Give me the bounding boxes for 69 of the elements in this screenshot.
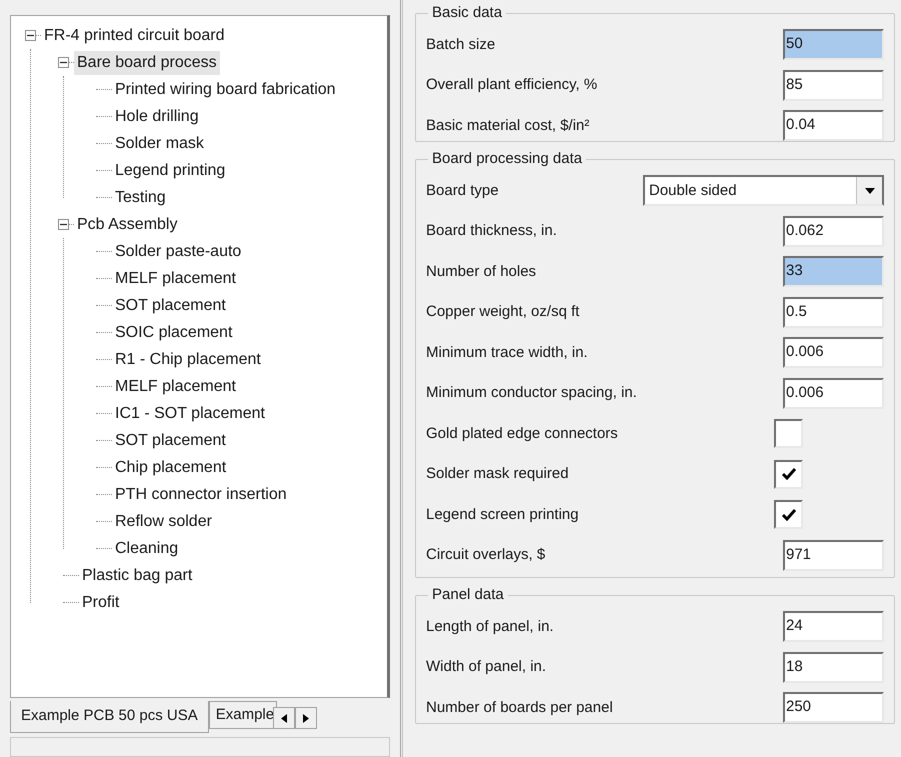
tree-item[interactable]: Legend printing (112, 158, 228, 182)
group-title: Panel data (431, 585, 505, 605)
tree-item[interactable]: MELF placement (112, 266, 239, 290)
field-label: Length of panel, in. (426, 616, 554, 636)
tree-item[interactable]: Pcb Assembly (74, 212, 180, 236)
field-label: Board thickness, in. (426, 221, 557, 241)
field-label: Overall plant efficiency, % (426, 75, 598, 95)
input-field[interactable]: 250 (783, 692, 884, 724)
right-arrow-icon (303, 714, 310, 723)
tree-item[interactable]: Solder mask (112, 132, 207, 156)
tab[interactable]: Example PCB 50 pcs USA (10, 701, 209, 734)
field-label: Board type (426, 180, 499, 200)
field-label: Solder mask required (426, 464, 569, 484)
tree-item[interactable]: SOT placement (112, 294, 229, 318)
field-label: Circuit overlays, $ (426, 545, 546, 565)
collapse-icon[interactable] (25, 30, 36, 41)
field-label: Batch size (426, 34, 496, 54)
checkbox[interactable] (774, 419, 803, 448)
tree-item[interactable]: FR-4 printed circuit board (41, 24, 228, 48)
tree-item[interactable]: SOT placement (112, 428, 229, 452)
input-field[interactable]: 24 (783, 611, 884, 642)
tree-item[interactable]: Cleaning (112, 536, 182, 560)
checkmark-icon (782, 508, 796, 521)
checkmark-icon (782, 468, 796, 480)
tree-item[interactable]: Profit (79, 590, 122, 614)
tree-item[interactable]: Reflow solder (112, 510, 215, 534)
left-arrow-icon (281, 714, 288, 723)
input-field[interactable]: 0.04 (783, 110, 884, 142)
checkbox[interactable] (774, 460, 803, 489)
tree-item[interactable]: IC1 - SOT placement (112, 402, 268, 426)
tree-item[interactable]: PTH connector insertion (112, 482, 290, 506)
field-label: Minimum conductor spacing, in. (426, 383, 637, 403)
tree-item[interactable]: Testing (112, 186, 169, 210)
dropdown-value: Double sided (648, 180, 738, 200)
checkbox[interactable] (774, 500, 803, 530)
field-label: Copper weight, oz/sq ft (426, 302, 580, 322)
collapse-icon[interactable] (58, 219, 69, 230)
tree-item[interactable]: Plastic bag part (79, 564, 196, 588)
dropdown[interactable]: Double sided (643, 175, 884, 206)
tree-item[interactable]: Chip placement (112, 456, 230, 480)
field-label: Gold plated edge connectors (426, 424, 618, 444)
field-label: Width of panel, in. (426, 657, 546, 677)
collapse-icon[interactable] (58, 57, 69, 68)
input-field[interactable]: 0.5 (783, 296, 884, 328)
tree-item[interactable]: R1 - Chip placement (112, 348, 264, 372)
tree-item[interactable]: Printed wiring board fabrication (112, 78, 339, 102)
input-field[interactable]: 971 (783, 540, 884, 571)
input-field[interactable]: 0.006 (783, 337, 884, 368)
tree-item[interactable]: Bare board process (74, 50, 220, 74)
input-field[interactable]: 0.006 (783, 378, 884, 409)
tree-item[interactable]: MELF placement (112, 374, 239, 398)
input-field[interactable]: 85 (783, 70, 884, 101)
group-title: Board processing data (431, 149, 584, 169)
field-label: Legend screen printing (426, 504, 579, 524)
input-field[interactable]: 18 (783, 652, 884, 683)
tree-item[interactable]: SOIC placement (112, 320, 236, 344)
tab[interactable]: Example (208, 701, 278, 730)
group-title: Basic data (431, 3, 504, 23)
field-label: Number of boards per panel (426, 698, 613, 718)
input-field[interactable]: 33 (783, 256, 884, 288)
scroll-right-button[interactable] (295, 707, 318, 730)
field-label: Number of holes (426, 262, 536, 282)
input-field[interactable]: 0.062 (783, 216, 884, 247)
input-field[interactable]: 50 (783, 29, 884, 60)
scroll-left-button[interactable] (273, 707, 296, 730)
tree-item[interactable]: Solder paste-auto (112, 240, 244, 264)
tree-item[interactable]: Hole drilling (112, 104, 202, 128)
field-label: Basic material cost, $/in² (426, 116, 590, 136)
field-label: Minimum trace width, in. (426, 342, 588, 362)
